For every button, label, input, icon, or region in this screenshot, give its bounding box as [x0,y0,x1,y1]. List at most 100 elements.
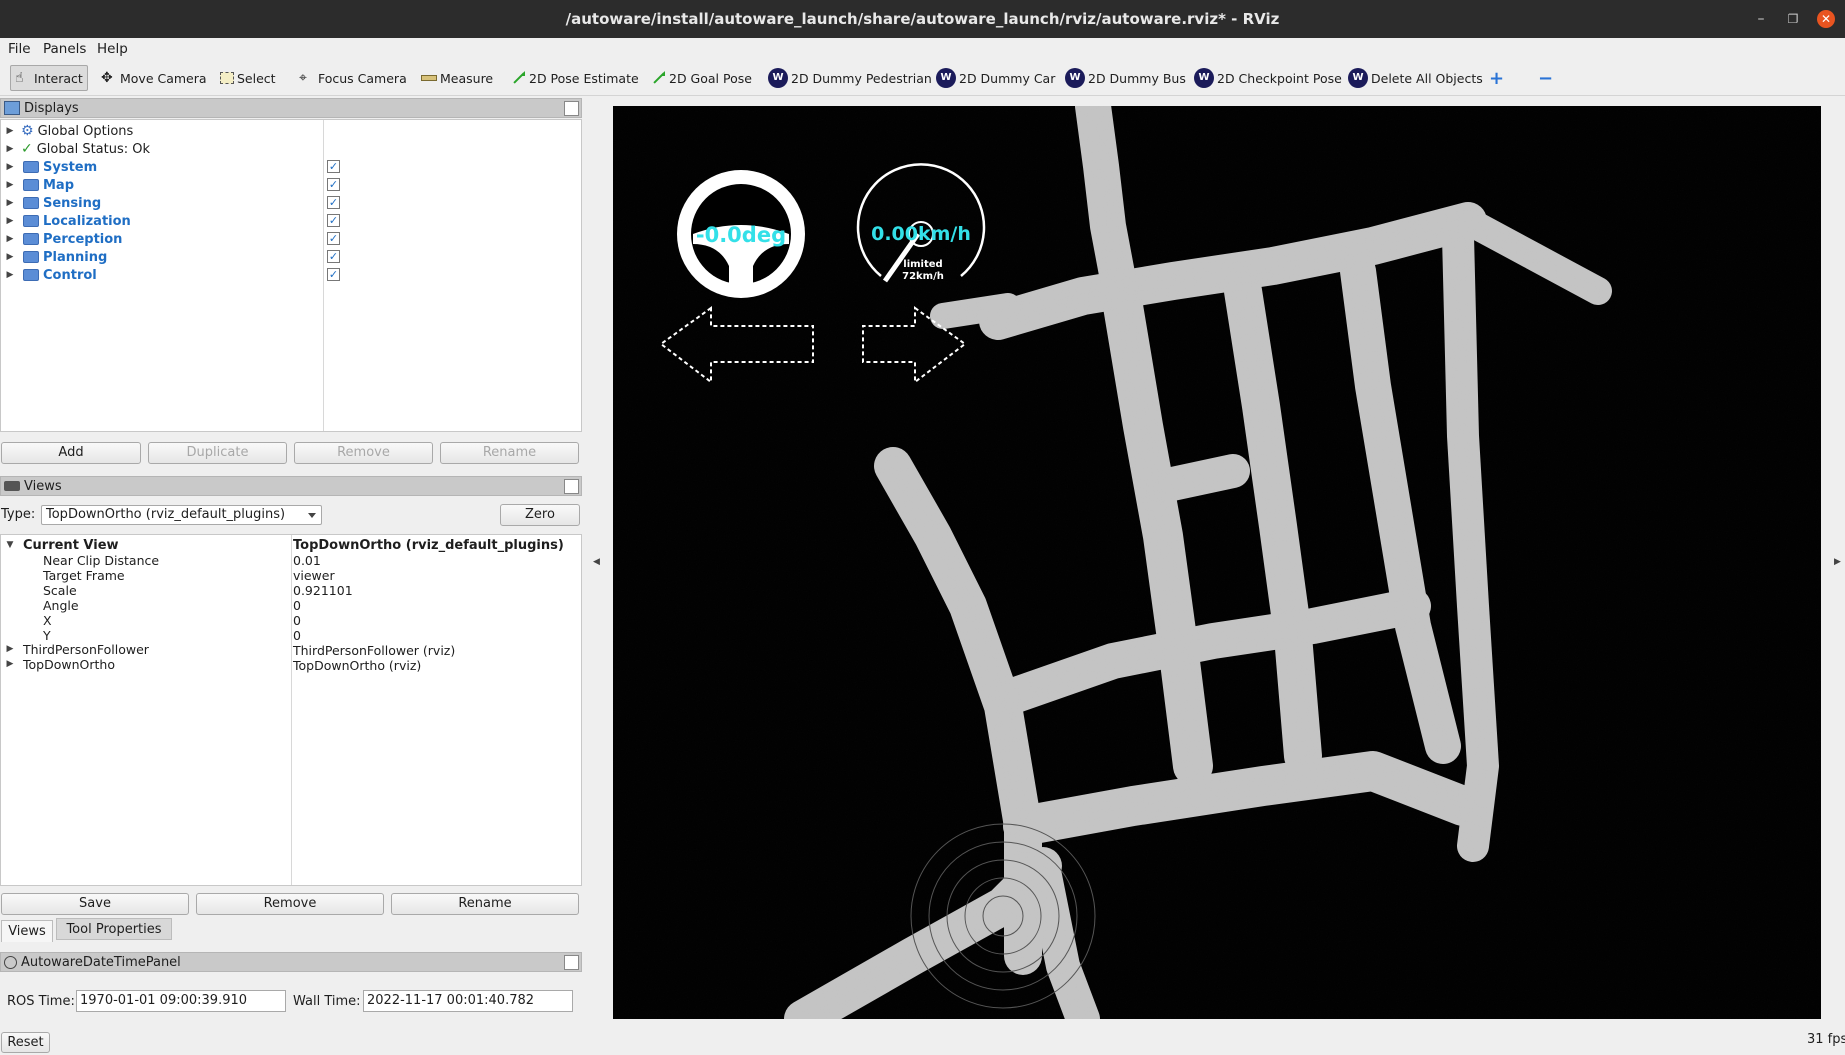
speed-limit-readout: limited 72km/h [902,259,944,282]
tree-item-control[interactable]: ▶ Control [3,266,97,284]
tree-item-planning[interactable]: ▶ Planning [3,248,108,266]
focus-camera-tool-button[interactable]: ⌖ Focus Camera [299,65,407,91]
tree-item-global-options[interactable]: ▶ ⚙ Global Options [3,122,134,140]
monitor-icon [4,101,20,115]
prop-angle-name: Angle [43,598,79,613]
tab-views[interactable]: Views [1,920,53,942]
collapse-right-arrow-icon[interactable]: ▶ [1834,557,1841,567]
interact-tool-button[interactable]: ☝ Interact [10,65,88,91]
menu-panels[interactable]: Panels [43,41,86,57]
saved-view-value: ThirdPersonFollower (rviz) [293,643,456,658]
collapse-left-arrow-icon[interactable]: ◀ [593,557,600,567]
folder-icon [23,179,39,191]
expand-arrow-icon[interactable]: ▶ [3,126,17,136]
panel-float-checkbox[interactable] [564,955,579,970]
expand-arrow-icon[interactable]: ▶ [3,644,17,654]
reset-button[interactable]: Reset [1,1032,50,1053]
map-enable-checkbox[interactable]: ✓ [327,178,340,191]
rename-view-button[interactable]: Rename [391,893,579,915]
prop-near-clip-name: Near Clip Distance [43,553,160,568]
chevron-down-icon [308,513,316,518]
folder-icon [23,269,39,281]
folder-icon [23,233,39,245]
ros-time-field[interactable]: 1970-01-01 09:00:39.910 [76,990,286,1012]
collapse-arrow-icon[interactable]: ▼ [3,540,17,550]
expand-arrow-icon[interactable]: ▶ [3,270,17,280]
tree-item-sensing[interactable]: ▶ Sensing [3,194,102,212]
folder-icon [23,215,39,227]
dummy-bus-tool-button[interactable]: W 2D Dummy Bus [1065,65,1186,91]
menu-file[interactable]: File [8,41,31,57]
perception-enable-checkbox[interactable]: ✓ [327,232,340,245]
control-enable-checkbox[interactable]: ✓ [327,268,340,281]
tree-item-perception[interactable]: ▶ Perception [3,230,123,248]
checkpoint-pose-tool-button[interactable]: W 2D Checkpoint Pose [1194,65,1342,91]
rename-display-button[interactable]: Rename [440,442,579,464]
expand-arrow-icon[interactable]: ▶ [3,252,17,262]
prop-scale-value[interactable]: 0.921101 [293,583,353,598]
prop-target-frame-value[interactable]: viewer [293,568,335,583]
measure-tool-button[interactable]: Measure [421,65,493,91]
pose-estimate-tool-button[interactable]: 2D Pose Estimate [510,65,639,91]
view-type-select[interactable]: TopDownOrtho (rviz_default_plugins) [41,505,322,525]
close-icon[interactable]: ✕ [1817,10,1835,28]
menu-help[interactable]: Help [97,41,128,57]
minimize-icon[interactable]: – [1752,10,1770,28]
prop-angle-value[interactable]: 0 [293,598,301,613]
displays-tree: ▶ ⚙ Global Options ▶ ✓ Global Status: Ok… [0,119,582,432]
localization-enable-checkbox[interactable]: ✓ [327,214,340,227]
tab-tool-properties[interactable]: Tool Properties [56,918,172,940]
green-arrow-icon [510,70,526,86]
tree-item-system[interactable]: ▶ System [3,158,98,176]
select-tool-button[interactable]: Select [220,65,276,91]
checkmark-icon: ✓ [21,141,33,157]
prop-target-frame-name: Target Frame [43,568,125,583]
expand-arrow-icon[interactable]: ▶ [3,162,17,172]
ros-time-label: ROS Time: [7,994,75,1009]
autoware-logo-icon: W [1194,68,1214,88]
autoware-logo-icon: W [768,68,788,88]
goal-pose-tool-button[interactable]: 2D Goal Pose [650,65,752,91]
dummy-pedestrian-tool-button[interactable]: W 2D Dummy Pedestrian [768,65,932,91]
render-3d-view[interactable]: -0.0deg 0.00km/h limited 72km/h [613,106,1821,1019]
duplicate-display-button[interactable]: Duplicate [148,442,287,464]
prop-y-value[interactable]: 0 [293,628,301,643]
wall-time-field[interactable]: 2022-11-17 00:01:40.782 [363,990,573,1012]
dummy-car-tool-button[interactable]: W 2D Dummy Car [936,65,1055,91]
tree-item-localization[interactable]: ▶ Localization [3,212,131,230]
expand-arrow-icon[interactable]: ▶ [3,144,17,154]
expand-arrow-icon[interactable]: ▶ [3,216,17,226]
wall-time-label: Wall Time: [293,994,361,1009]
toolbar: ☝ Interact ✥ Move Camera Select ⌖ Focus … [0,60,1845,96]
views-property-tree: ▼ Current View TopDownOrtho (rviz_defaul… [0,534,582,886]
datetime-panel-header: AutowareDateTimePanel [0,952,582,972]
expand-arrow-icon[interactable]: ▶ [3,234,17,244]
zero-view-button[interactable]: Zero [500,504,580,526]
remove-view-button[interactable]: Remove [196,893,384,915]
expand-arrow-icon[interactable]: ▶ [3,180,17,190]
prop-x-value[interactable]: 0 [293,613,301,628]
system-enable-checkbox[interactable]: ✓ [327,160,340,173]
saved-view-row[interactable]: ▶ TopDownOrtho [3,655,115,673]
prop-near-clip-value[interactable]: 0.01 [293,553,321,568]
delete-all-objects-tool-button[interactable]: W Delete All Objects [1348,65,1483,91]
gear-icon: ⚙ [21,123,34,139]
remove-tool-minus-icon[interactable]: − [1538,65,1553,91]
save-view-button[interactable]: Save [1,893,189,915]
maximize-icon[interactable]: ❐ [1784,10,1802,28]
tree-item-map[interactable]: ▶ Map [3,176,74,194]
remove-display-button[interactable]: Remove [294,442,433,464]
sensing-enable-checkbox[interactable]: ✓ [327,196,340,209]
folder-icon [23,251,39,263]
panel-float-checkbox[interactable] [564,101,579,116]
current-view-row[interactable]: ▼ Current View [3,536,119,554]
add-display-button[interactable]: Add [1,442,141,464]
autoware-logo-icon: W [936,68,956,88]
planning-enable-checkbox[interactable]: ✓ [327,250,340,263]
tree-item-global-status[interactable]: ▶ ✓ Global Status: Ok [3,140,151,158]
move-camera-tool-button[interactable]: ✥ Move Camera [101,65,207,91]
expand-arrow-icon[interactable]: ▶ [3,659,17,669]
panel-float-checkbox[interactable] [564,479,579,494]
add-tool-plus-icon[interactable]: + [1489,65,1504,91]
expand-arrow-icon[interactable]: ▶ [3,198,17,208]
